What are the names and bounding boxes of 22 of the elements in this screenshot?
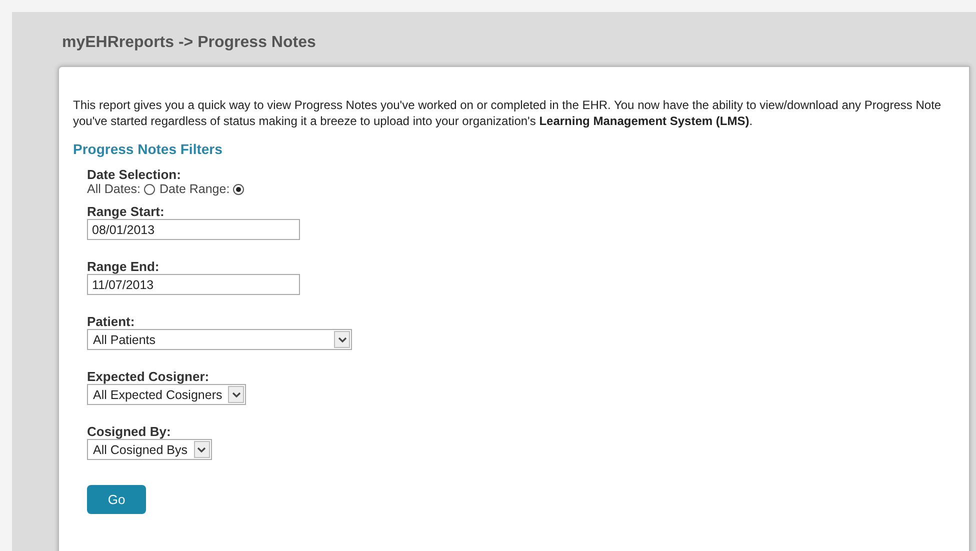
page-title: myEHRreports -> Progress Notes [61, 33, 317, 53]
caret-icon [197, 446, 206, 452]
field-label: Range End: [87, 259, 160, 274]
field-label: Cosigned By: [87, 424, 172, 439]
field-label: Range Start: [87, 204, 166, 219]
radio-label: Date Range: [160, 182, 230, 196]
date-field[interactable]: 08/01/2013 [87, 219, 300, 240]
dropdown[interactable]: All Expected Cosigners [87, 384, 246, 405]
filters-heading: Progress Notes Filters [73, 141, 224, 157]
field-label: Patient: [87, 314, 136, 329]
go-button[interactable]: Go [87, 485, 146, 514]
caret-icon [338, 336, 346, 342]
caret-icon [232, 392, 241, 398]
radio-button[interactable] [232, 184, 244, 194]
field-label: Date Selection: [87, 167, 182, 182]
radio-label: All Dates: [87, 182, 140, 196]
dropdown[interactable]: All Cosigned Bys [87, 439, 212, 460]
radio-button[interactable] [144, 184, 154, 194]
intro-paragraph: This report gives you a quick way to view Progress Notes you've worked on or completed in the EHR. You now have the ability to view/download any Progress Note you've started regardless of status making it a breeze to upload into your organization's Learning Management System (LMS). [73, 97, 942, 129]
field-label: Expected Cosigner: [87, 369, 210, 384]
date-field[interactable]: 11/07/2013 [87, 274, 300, 295]
dropdown[interactable]: All Patients [87, 329, 352, 350]
